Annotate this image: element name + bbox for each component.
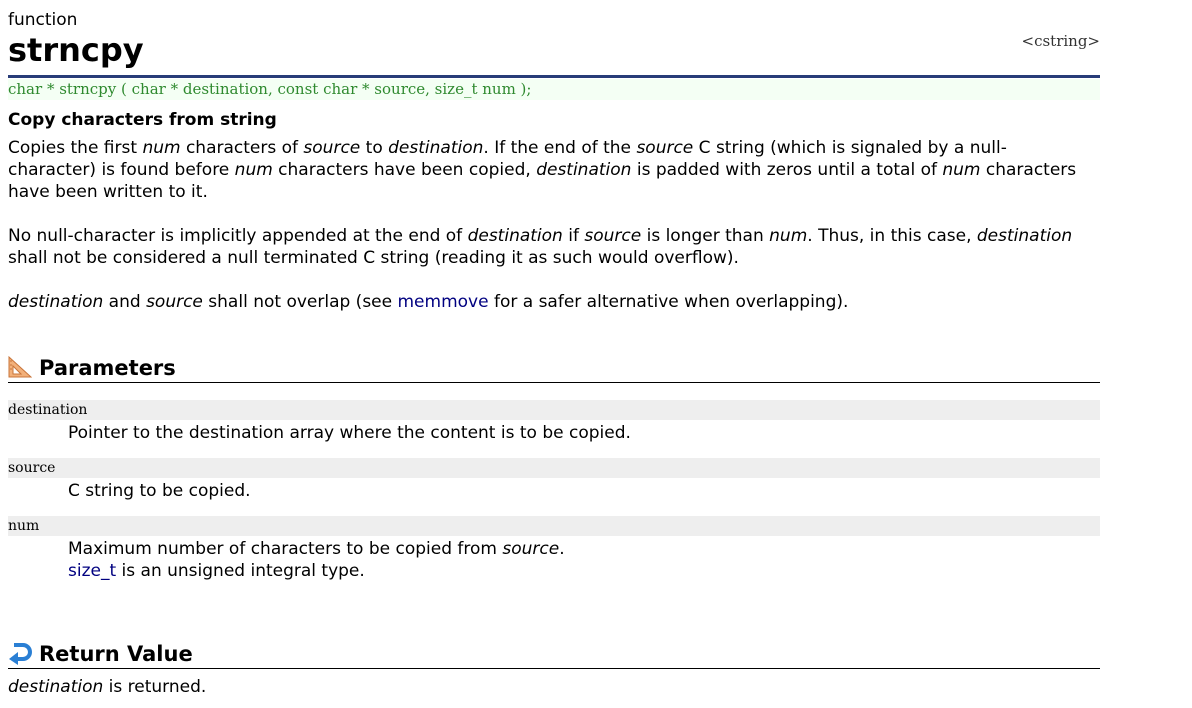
section-divider <box>8 668 1100 669</box>
text: is returned. <box>103 677 207 697</box>
text: is longer than <box>641 226 770 246</box>
description-paragraph: No null-character is implicitly appended… <box>8 225 1093 269</box>
text: No null-character is implicitly appended… <box>8 226 468 246</box>
size_t-link[interactable]: size_t <box>68 561 116 581</box>
text: characters have been copied, <box>272 160 537 180</box>
text: shall not be considered a null terminate… <box>8 248 739 268</box>
text: . If the end of the <box>483 138 637 158</box>
short-description: Copy characters from string <box>8 110 277 130</box>
param-ref: source <box>584 226 642 246</box>
memmove-link[interactable]: memmove <box>398 292 489 312</box>
text: Copies the first <box>8 138 143 158</box>
param-desc-num: Maximum number of characters to be copie… <box>68 538 565 582</box>
param-ref: num <box>142 138 181 158</box>
param-desc-source: C string to be copied. <box>68 481 251 501</box>
text: if <box>562 226 585 246</box>
set-square-icon <box>8 355 32 378</box>
parameters-heading: Parameters <box>8 355 1100 381</box>
description-paragraph: destination and source shall not overlap… <box>8 291 1093 313</box>
text: . <box>559 539 565 559</box>
return-value-section: Return Value <box>8 641 1100 669</box>
return-value-heading: Return Value <box>8 641 1100 667</box>
text: characters of <box>180 138 304 158</box>
param-ref: source <box>502 539 560 559</box>
param-name-destination: destination <box>8 400 1100 420</box>
return-value-heading-text: Return Value <box>39 642 193 666</box>
param-ref: destination <box>8 292 104 312</box>
function-prototype: char * strncpy ( char * destination, con… <box>8 79 1100 100</box>
param-ref: source <box>303 138 361 158</box>
text: . Thus, in this case, <box>807 226 977 246</box>
text: to <box>360 138 389 158</box>
description-paragraph: Copies the first num characters of sourc… <box>8 137 1093 203</box>
param-ref: num <box>942 160 981 180</box>
param-ref: destination <box>536 160 632 180</box>
page-title: strncpy <box>8 31 144 69</box>
param-ref: num <box>769 226 808 246</box>
text: for a safer alternative when overlapping… <box>488 292 849 312</box>
title-divider <box>8 75 1100 78</box>
param-ref: destination <box>976 226 1073 246</box>
param-ref: num <box>234 160 273 180</box>
entity-kind: function <box>8 10 78 30</box>
description: Copies the first num characters of sourc… <box>8 137 1093 335</box>
param-name-source: source <box>8 458 1100 478</box>
param-ref: destination <box>467 226 563 246</box>
text: shall not overlap (see <box>202 292 398 312</box>
parameters-section: Parameters <box>8 355 1100 383</box>
header-library: <cstring> <box>1021 32 1101 50</box>
param-desc-destination: Pointer to the destination array where t… <box>68 423 631 443</box>
return-value-desc: destination is returned. <box>8 676 206 698</box>
param-ref: destination <box>8 677 104 697</box>
text: is padded with zeros until a total of <box>631 160 943 180</box>
parameters-heading-text: Parameters <box>39 356 176 380</box>
param-ref: destination <box>388 138 484 158</box>
section-divider <box>8 382 1100 383</box>
return-arrow-icon <box>9 643 32 665</box>
text: Maximum number of characters to be copie… <box>68 539 503 559</box>
text: and <box>103 292 147 312</box>
param-ref: source <box>146 292 203 312</box>
param-name-num: num <box>8 516 1100 536</box>
param-ref: source <box>636 138 694 158</box>
text: is an unsigned integral type. <box>116 561 365 581</box>
